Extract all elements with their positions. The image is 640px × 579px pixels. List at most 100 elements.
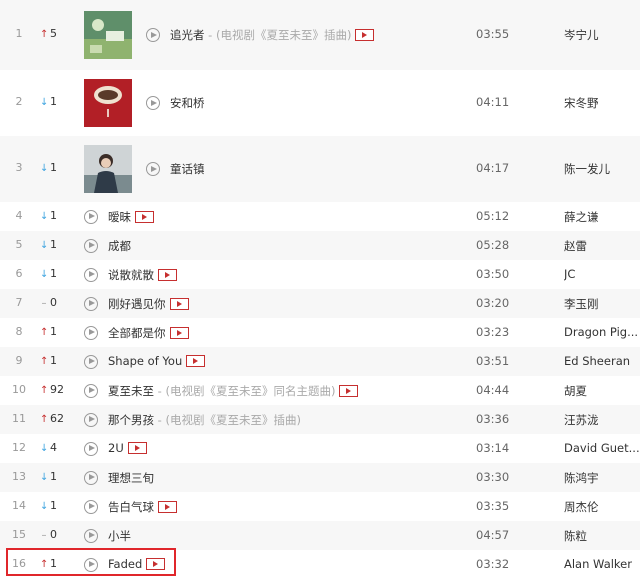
song-row[interactable]: 12 ↓ 4 2U 03:14 David Guet...: [0, 434, 640, 463]
play-icon[interactable]: [84, 499, 98, 514]
artist-name[interactable]: 陈一发儿: [564, 161, 640, 177]
artist-name[interactable]: 汪苏泷: [564, 412, 640, 428]
song-row[interactable]: 14 ↓ 1 告白气球 03:35 周杰伦: [0, 492, 640, 521]
song-title-cell[interactable]: 那个男孩 - (电视剧《夏至未至》插曲): [108, 412, 301, 428]
song-title[interactable]: 追光者: [170, 28, 205, 42]
mv-icon[interactable]: [158, 268, 177, 281]
song-title-cell[interactable]: 追光者 - (电视剧《夏至未至》插曲): [170, 27, 375, 43]
song-title-cell[interactable]: 理想三旬: [108, 470, 154, 486]
play-icon[interactable]: [84, 412, 98, 427]
song-row[interactable]: 7 –0 刚好遇见你 03:20 李玉刚: [0, 289, 640, 318]
artist-name[interactable]: Dragon Pig...: [564, 325, 640, 339]
song-title[interactable]: 理想三旬: [108, 471, 154, 485]
play-icon[interactable]: [84, 441, 98, 456]
song-row[interactable]: 4 ↓ 1 暧昧 05:12 薛之谦: [0, 202, 640, 231]
mv-icon[interactable]: [127, 441, 147, 454]
mv-icon[interactable]: [339, 384, 359, 397]
artist-name[interactable]: David Guet...: [564, 441, 640, 455]
album-cover[interactable]: [84, 79, 132, 127]
song-row[interactable]: 10 ↑ 92 夏至未至 - (电视剧《夏至未至》同名主题曲) 04:44 胡夏: [0, 376, 640, 405]
mv-icon[interactable]: [355, 29, 375, 41]
song-title[interactable]: 成都: [108, 239, 131, 253]
song-title[interactable]: 小半: [108, 529, 131, 543]
play-icon[interactable]: [84, 267, 98, 282]
song-title[interactable]: 告白气球: [108, 500, 154, 514]
play-icon[interactable]: [146, 162, 160, 176]
rank-change: ↓ 1: [40, 209, 70, 222]
album-cover[interactable]: [84, 11, 132, 59]
play-icon[interactable]: [84, 528, 98, 543]
mv-icon[interactable]: [169, 297, 189, 310]
play-icon[interactable]: [84, 354, 98, 369]
song-title-cell[interactable]: 小半: [108, 528, 131, 544]
rank-change-value: 1: [50, 161, 57, 174]
mv-icon[interactable]: [169, 326, 189, 339]
song-title-cell[interactable]: 刚好遇见你: [108, 296, 189, 312]
artist-name[interactable]: 岑宁儿: [564, 27, 640, 43]
artist-name[interactable]: 薛之谦: [564, 209, 640, 225]
song-title-cell[interactable]: Shape of You: [108, 354, 206, 368]
song-title-cell[interactable]: 2U: [108, 441, 147, 455]
chart-page: { "songs": [ {"rank":"1","trend":"up","c…: [0, 0, 640, 578]
artist-name[interactable]: 陈粒: [564, 528, 640, 544]
artist-name[interactable]: 陈鸿宇: [564, 470, 640, 486]
play-icon[interactable]: [84, 209, 98, 224]
song-title[interactable]: 暧昧: [108, 210, 131, 224]
song-title[interactable]: 安和桥: [170, 96, 205, 110]
song-duration: 03:20: [476, 295, 510, 310]
song-title-cell[interactable]: 告白气球: [108, 499, 177, 515]
song-duration: 04:44: [476, 382, 510, 397]
song-title-cell[interactable]: 暧昧: [108, 209, 154, 225]
song-duration: 03:23: [476, 324, 510, 339]
song-title[interactable]: Shape of You: [108, 354, 182, 368]
song-title[interactable]: 刚好遇见你: [108, 297, 166, 311]
rank-number: 7: [15, 295, 23, 309]
song-row[interactable]: 1 ↑ 5 追光者 - (电视剧《夏至未至》插曲) 03:55 岑宁儿: [0, 0, 640, 70]
song-title[interactable]: 夏至未至: [108, 384, 154, 398]
artist-name[interactable]: JC: [564, 267, 640, 281]
song-row[interactable]: 6 ↓ 1 说散就散 03:50 JC: [0, 260, 640, 289]
song-row[interactable]: 3 ↓ 1 童话镇 04:17 陈一发儿: [0, 136, 640, 202]
artist-name[interactable]: 宋冬野: [564, 95, 640, 111]
song-row[interactable]: 8 ↑ 1 全部都是你 03:23 Dragon Pig...: [0, 318, 640, 347]
rank-number: 3: [15, 161, 23, 174]
play-icon[interactable]: [84, 238, 98, 253]
song-row[interactable]: 9 ↑ 1 Shape of You 03:51 Ed Sheeran: [0, 347, 640, 376]
song-title-cell[interactable]: 安和桥: [170, 95, 205, 111]
mv-icon[interactable]: [158, 500, 177, 513]
song-title[interactable]: 全部都是你: [108, 326, 166, 340]
song-row[interactable]: 5 ↓ 1 成都 05:28 赵雷: [0, 231, 640, 260]
mv-icon[interactable]: [135, 210, 154, 223]
play-icon[interactable]: [84, 383, 98, 398]
song-title-cell[interactable]: 童话镇: [170, 161, 205, 177]
artist-name[interactable]: 赵雷: [564, 238, 640, 254]
rank-change-value: 62: [50, 411, 64, 425]
arrow-down-icon: ↓: [40, 163, 49, 174]
play-icon[interactable]: [146, 28, 160, 42]
song-row[interactable]: 13 ↓ 1 理想三旬 03:30 陈鸿宇: [0, 463, 640, 492]
mv-icon[interactable]: [186, 354, 206, 367]
song-title[interactable]: 2U: [108, 441, 124, 455]
song-title-cell[interactable]: 全部都是你: [108, 325, 189, 341]
artist-name[interactable]: 胡夏: [564, 383, 640, 399]
song-row[interactable]: 15 –0 小半 04:57 陈粒: [0, 521, 640, 550]
song-title[interactable]: 童话镇: [170, 162, 205, 176]
song-title-cell[interactable]: 成都: [108, 238, 131, 254]
song-row[interactable]: 2 ↓ 1 安和桥 04:11 宋冬野: [0, 70, 640, 136]
play-icon[interactable]: [84, 470, 98, 485]
rank-change: ↑ 1: [40, 354, 70, 367]
rank-number: 1: [15, 27, 23, 40]
artist-name[interactable]: Alan Walker: [564, 557, 640, 571]
song-title[interactable]: 说散就散: [108, 268, 154, 282]
artist-name[interactable]: 周杰伦: [564, 499, 640, 515]
album-cover[interactable]: [84, 145, 132, 193]
song-row[interactable]: 11 ↑ 62 那个男孩 - (电视剧《夏至未至》插曲) 03:36 汪苏泷: [0, 405, 640, 434]
play-icon[interactable]: [84, 296, 98, 311]
play-icon[interactable]: [146, 96, 160, 110]
song-title-cell[interactable]: 夏至未至 - (电视剧《夏至未至》同名主题曲): [108, 383, 359, 399]
song-title[interactable]: 那个男孩: [108, 413, 154, 427]
song-title-cell[interactable]: 说散就散: [108, 267, 177, 283]
artist-name[interactable]: Ed Sheeran: [564, 354, 640, 368]
artist-name[interactable]: 李玉刚: [564, 296, 640, 312]
play-icon[interactable]: [84, 325, 98, 340]
